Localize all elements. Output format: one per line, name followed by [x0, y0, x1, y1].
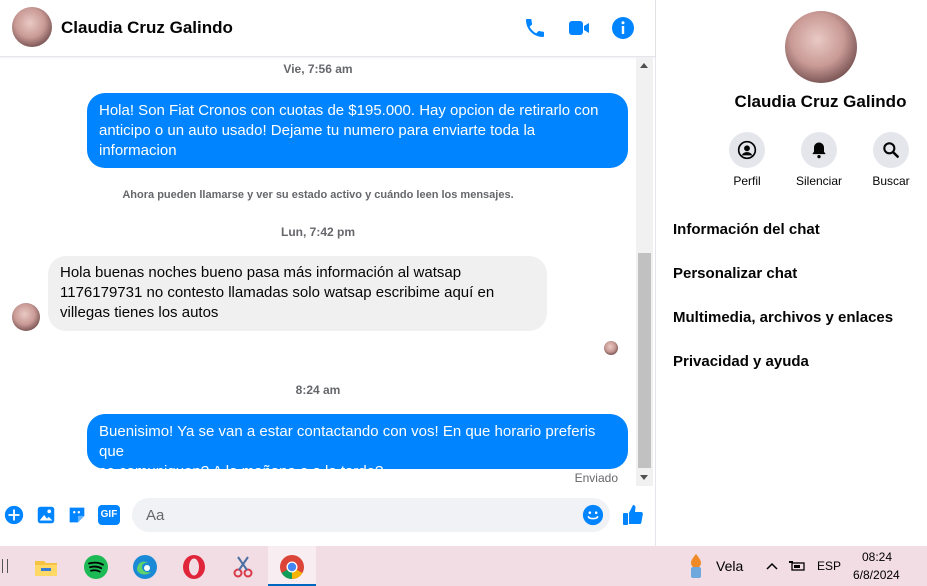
message-line: villegas tienes los autos — [60, 304, 219, 321]
clock-time[interactable]: 08:24 — [862, 550, 892, 564]
chat-details-sidebar: Claudia Cruz Galindo Perfil Silenciar Bu… — [656, 0, 927, 546]
video-icon[interactable] — [567, 16, 591, 40]
incoming-message[interactable]: Hola buenas noches bueno pasa más inform… — [48, 256, 547, 331]
sticker-icon[interactable] — [66, 504, 88, 526]
chrome-icon[interactable] — [279, 554, 305, 580]
message-line: informacion — [99, 142, 177, 159]
message-input-box[interactable] — [132, 498, 610, 532]
message-input[interactable] — [144, 506, 568, 525]
profile-label: Perfil — [733, 174, 761, 188]
scroll-up-arrow[interactable] — [640, 63, 648, 68]
sidebar-contact-name: Claudia Cruz Galindo — [734, 92, 907, 111]
taskbar-edge-handle[interactable] — [2, 559, 8, 573]
timestamp: Lun, 7:42 pm — [280, 225, 356, 239]
outgoing-message[interactable]: Buenisimo! Ya se van a estar contactando… — [87, 414, 628, 480]
timestamp: Vie, 7:56 am — [283, 62, 353, 76]
emoji-icon[interactable] — [582, 504, 604, 526]
search-button-circle — [873, 132, 909, 168]
message-line: Hola buenas noches bueno pasa más inform… — [60, 264, 462, 281]
phone-icon[interactable] — [523, 16, 547, 40]
contact-avatar[interactable] — [12, 7, 52, 47]
message-line: Buenisimo! Ya se van a estar contactando… — [99, 423, 596, 460]
search-label: Buscar — [872, 174, 910, 188]
spotify-icon[interactable] — [83, 554, 109, 580]
outgoing-message[interactable]: Hola! Son Fiat Cronos con cuotas de $195… — [87, 93, 628, 168]
plus-icon[interactable] — [3, 504, 25, 526]
message-list: Vie, 7:56 am Hola! Son Fiat Cronos con c… — [0, 57, 636, 486]
timestamp: 8:24 am — [295, 383, 341, 397]
battery-network-icon[interactable] — [788, 558, 806, 574]
profile-button[interactable]: Perfil — [717, 132, 777, 188]
edge-browser-icon[interactable] — [132, 554, 158, 580]
weather-label[interactable]: Vela — [716, 558, 743, 574]
profile-button-circle — [729, 132, 765, 168]
image-icon[interactable] — [35, 504, 57, 526]
scrollbar[interactable] — [636, 57, 653, 486]
chat-panel: Claudia Cruz Galindo Vie, 7:56 am Hola! … — [0, 0, 656, 546]
mute-button[interactable]: Silenciar — [789, 132, 849, 188]
message-line: Hola! Son Fiat Cronos con cuotas de $195… — [99, 102, 599, 119]
mute-button-circle — [801, 132, 837, 168]
menu-privacy-support[interactable]: Privacidad y ayuda — [673, 353, 809, 370]
message-line: anticipo o un auto usado! Dejame tu nume… — [99, 122, 536, 139]
sidebar-avatar[interactable] — [785, 11, 857, 83]
bell-icon — [812, 142, 826, 159]
menu-customize-chat[interactable]: Personalizar chat — [673, 265, 797, 282]
scroll-down-arrow[interactable] — [640, 475, 648, 480]
chat-notice: Ahora pueden llamarse y ver su estado ac… — [122, 189, 514, 201]
mute-label: Silenciar — [795, 174, 843, 188]
message-line: se comuniquen? A la mañana o a la tarde? — [99, 463, 384, 480]
profile-icon — [737, 140, 757, 160]
search-icon — [883, 142, 899, 158]
menu-media-files-links[interactable]: Multimedia, archivos y enlaces — [673, 309, 893, 326]
candle-weather-icon[interactable] — [686, 553, 706, 579]
delivery-status: Enviado — [574, 471, 618, 485]
composer: GIF — [0, 494, 655, 538]
message-line: 1176179731 no contesto llamadas solo wat… — [60, 284, 495, 301]
sender-avatar[interactable] — [12, 303, 40, 331]
menu-chat-info[interactable]: Información del chat — [673, 221, 820, 238]
info-icon[interactable] — [611, 16, 635, 40]
contact-name[interactable]: Claudia Cruz Galindo — [61, 18, 233, 38]
search-button[interactable]: Buscar — [861, 132, 921, 188]
scroll-thumb[interactable] — [638, 253, 651, 468]
chevron-up-icon[interactable] — [765, 560, 779, 572]
snipping-tool-icon[interactable] — [230, 554, 256, 580]
chat-header: Claudia Cruz Galindo — [0, 0, 655, 57]
clock-date[interactable]: 6/8/2024 — [853, 568, 900, 582]
gif-button[interactable]: GIF — [98, 505, 120, 525]
file-explorer-icon[interactable] — [33, 554, 59, 580]
like-icon[interactable] — [621, 503, 645, 527]
seen-avatar — [604, 341, 618, 355]
opera-icon[interactable] — [181, 554, 207, 580]
taskbar: Vela ESP 08:24 6/8/2024 — [0, 546, 927, 586]
language-indicator[interactable]: ESP — [817, 559, 841, 573]
